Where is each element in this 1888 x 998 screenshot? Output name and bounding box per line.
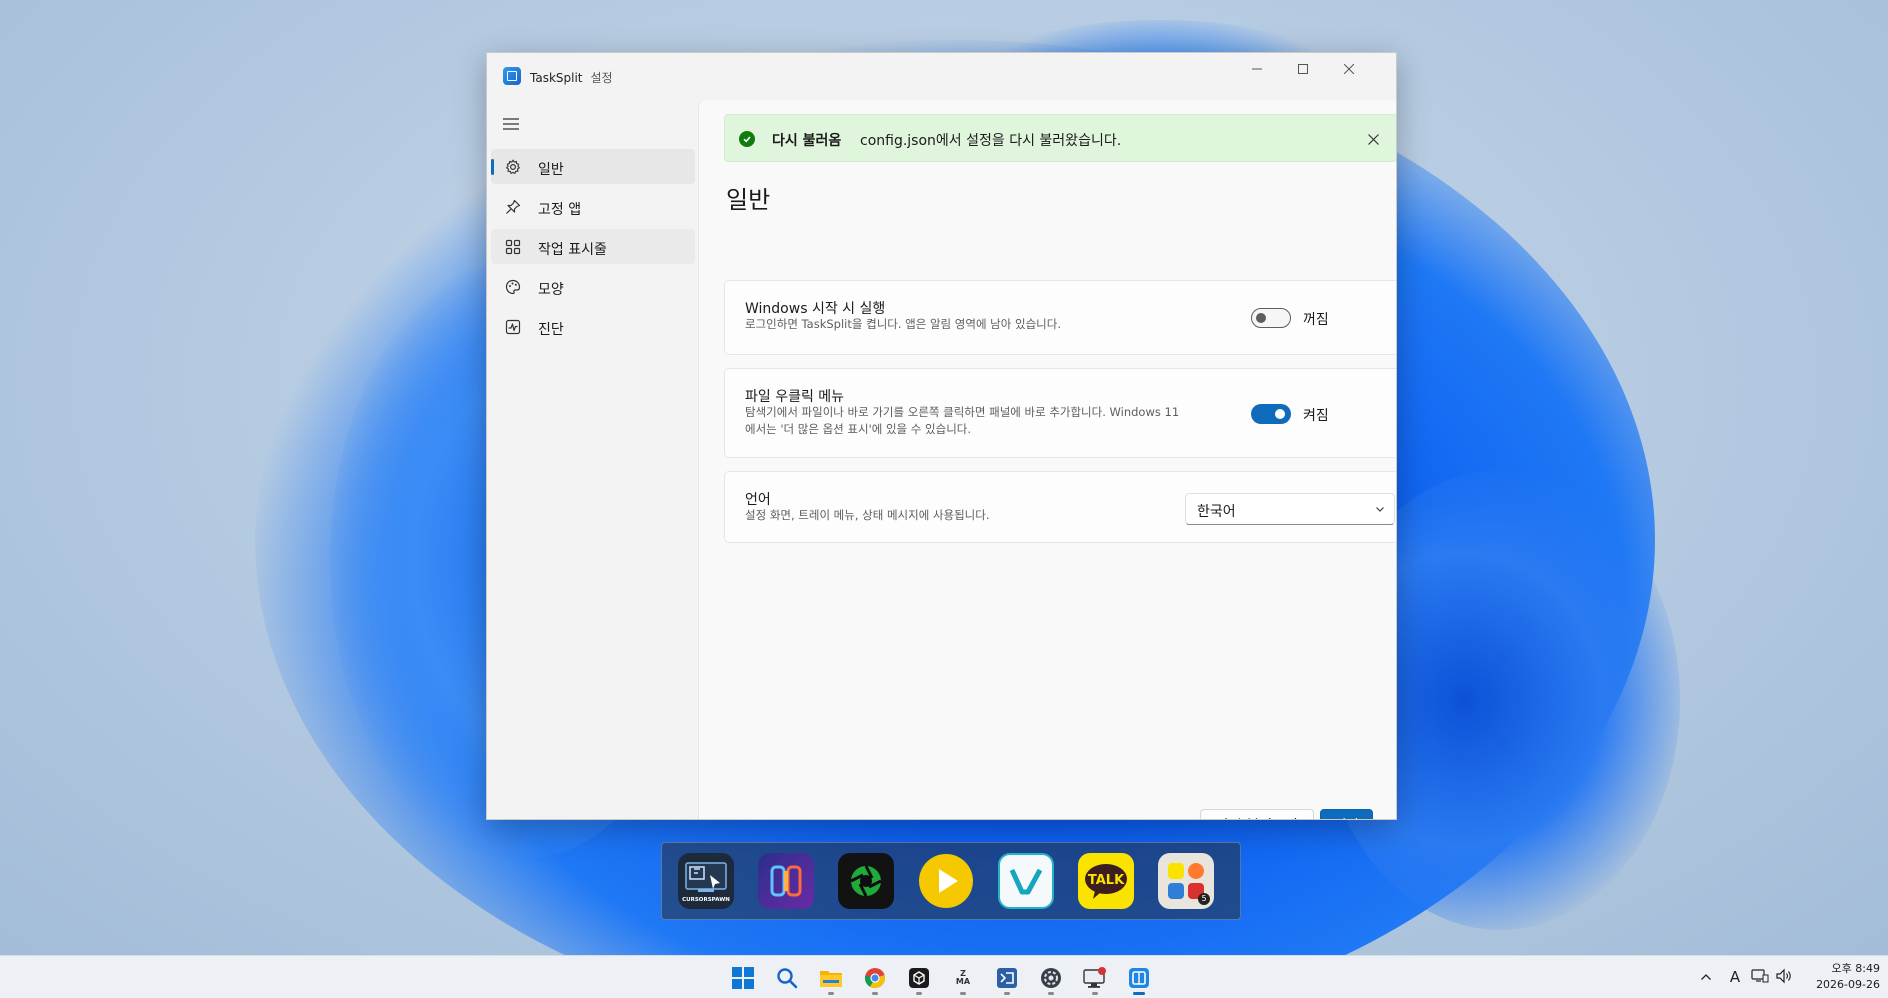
setting-card-context-menu: 파일 우클릭 메뉴 탐색기에서 파일이나 바로 가기를 오른쪽 클릭하면 패널에… [724,368,1396,458]
nav-item-general[interactable]: 일반 [491,149,695,184]
ime-indicator[interactable]: A [1725,966,1745,988]
save-button[interactable]: 저장 [1320,809,1373,819]
zma-app-icon[interactable]: Z MA [950,965,976,991]
settings-content: 다시 불러옴 config.json에서 설정을 다시 불러왔습니다. 일반 W… [698,100,1396,819]
aperture-app-icon[interactable] [838,853,894,909]
v-app-icon[interactable] [998,853,1054,909]
menu-toggle-button[interactable] [497,110,525,138]
talk-label: TALK [1087,873,1125,888]
tasksplit-settings-window: TaskSplit 설정 일반 고정 앱 작업 표시줄 모양 진단 다시 불러옴… [486,52,1397,820]
clock-time: 오후 8:49 [1831,962,1880,975]
vscode-icon[interactable] [994,965,1020,991]
infobar-title: 다시 불러옴 [772,133,842,149]
nav-item-appearance[interactable]: 모양 [491,269,695,304]
window-title: TaskSplit 설정 [530,69,613,86]
chrome-icon[interactable] [862,965,888,991]
setting-card-startup: Windows 시작 시 실행 로그인하면 TaskSplit을 켭니다. 앱은… [724,280,1396,355]
setting-title: 언어 [745,492,771,508]
nav-item-taskbar[interactable]: 작업 표시줄 [491,229,695,264]
nav-label: 작업 표시줄 [538,242,607,258]
search-icon[interactable] [774,965,800,991]
language-selected-value: 한국어 [1197,504,1236,520]
zma-label: Z MA [955,969,971,986]
chevron-up-icon[interactable] [1695,966,1717,988]
navigation-pane: 일반 고정 앱 작업 표시줄 모양 진단 [487,100,698,819]
reload-infobar: 다시 불러옴 config.json에서 설정을 다시 불러왔습니다. [724,114,1396,162]
split-app-icon[interactable] [758,853,814,909]
file-explorer-icon[interactable] [818,965,844,991]
grid-icon [504,238,521,255]
nav-label: 고정 앱 [538,202,582,218]
network-icon[interactable] [1751,968,1771,986]
minimize-icon [1252,68,1262,70]
chevron-down-icon [1376,507,1384,512]
running-indicator [1004,992,1010,995]
close-icon [1344,64,1354,74]
diagnostics-icon [504,318,521,335]
infobar-message: config.json에서 설정을 다시 불러왔습니다. [860,133,1122,149]
maximize-button[interactable] [1280,53,1326,85]
title-bar[interactable]: TaskSplit 설정 [487,53,1396,100]
clock[interactable]: 오후 8:49 2026-09-26 [1808,961,1880,993]
tasksplit-dock-panel: CURSORSPAWN TALK 5 [661,842,1241,920]
toggle-state-label: 꺼짐 [1303,312,1329,328]
nav-item-diagnostics[interactable]: 진단 [491,309,695,344]
hamburger-icon [503,118,519,130]
tasksplit-app-icon [503,67,521,85]
running-indicator [1092,992,1098,995]
toggle-state-label: 켜짐 [1303,408,1329,424]
folder-count-badge: 5 [1198,893,1210,905]
running-indicator [916,992,922,995]
maximize-icon [1298,64,1308,74]
app-cube-icon[interactable] [906,965,932,991]
pin-icon [504,198,521,215]
play-app-icon[interactable] [918,853,974,909]
setting-card-language: 언어 설정 화면, 트레이 메뉴, 상태 메시지에 사용됩니다. 한국어 [724,471,1396,543]
nav-label: 모양 [538,282,564,298]
startup-toggle[interactable] [1251,308,1291,328]
window-subtitle: 설정 [590,71,613,85]
setting-title: Windows 시작 시 실행 [745,301,886,317]
nav-item-pinned-apps[interactable]: 고정 앱 [491,189,695,224]
clock-date: 2026-09-26 [1816,978,1880,991]
kakaotalk-app-icon[interactable]: TALK [1078,853,1134,909]
close-icon [1367,133,1379,145]
running-indicator [1048,992,1054,995]
settings-app-icon[interactable] [1038,965,1064,991]
volume-icon[interactable] [1775,968,1795,986]
setting-title: 파일 우클릭 메뉴 [745,389,845,405]
app-folder-icon[interactable]: 5 [1158,853,1214,909]
toggle-knob [1256,313,1266,323]
tasksplit-taskbar-icon[interactable] [1126,965,1152,991]
context-menu-toggle[interactable] [1251,404,1291,424]
cursorspawn-label: CURSORSPAWN [682,897,730,903]
running-indicator [872,992,878,995]
setting-description: 설정 화면, 트레이 메뉴, 상태 메시지에 사용됩니다. [745,508,990,522]
start-icon[interactable] [730,965,756,991]
minimize-button[interactable] [1234,53,1280,85]
windows-taskbar: Z MA A 오후 8:49 2026-09-26 [0,955,1888,998]
infobar-close-button[interactable] [1363,129,1383,149]
setting-description: 로그인하면 TaskSplit을 켭니다. 앱은 알림 영역에 남아 있습니다. [745,317,1061,331]
reload-button[interactable]: 다시 불러오기 [1200,809,1314,819]
running-indicator [828,992,834,995]
cursorspawn-app-icon[interactable]: CURSORSPAWN [678,853,734,909]
app-name: TaskSplit [530,71,583,85]
page-title: 일반 [726,186,771,214]
nav-label: 일반 [538,162,564,178]
palette-icon [504,278,521,295]
toggle-knob [1275,409,1285,419]
gear-icon [504,158,521,175]
setting-description-line2: 에서는 '더 많은 옵션 표시'에 있을 수 있습니다. [745,422,972,436]
close-button[interactable] [1326,53,1372,85]
setting-description-line1: 탐색기에서 파일이나 바로 가기를 오른쪽 클릭하면 패널에 바로 추가합니다.… [745,405,1180,419]
selection-indicator [491,159,494,175]
success-check-icon [739,131,755,147]
running-indicator [960,992,966,995]
remote-desktop-icon[interactable] [1082,965,1108,991]
nav-label: 진단 [538,322,564,338]
active-indicator [1133,992,1145,995]
language-dropdown[interactable]: 한국어 [1185,493,1395,525]
